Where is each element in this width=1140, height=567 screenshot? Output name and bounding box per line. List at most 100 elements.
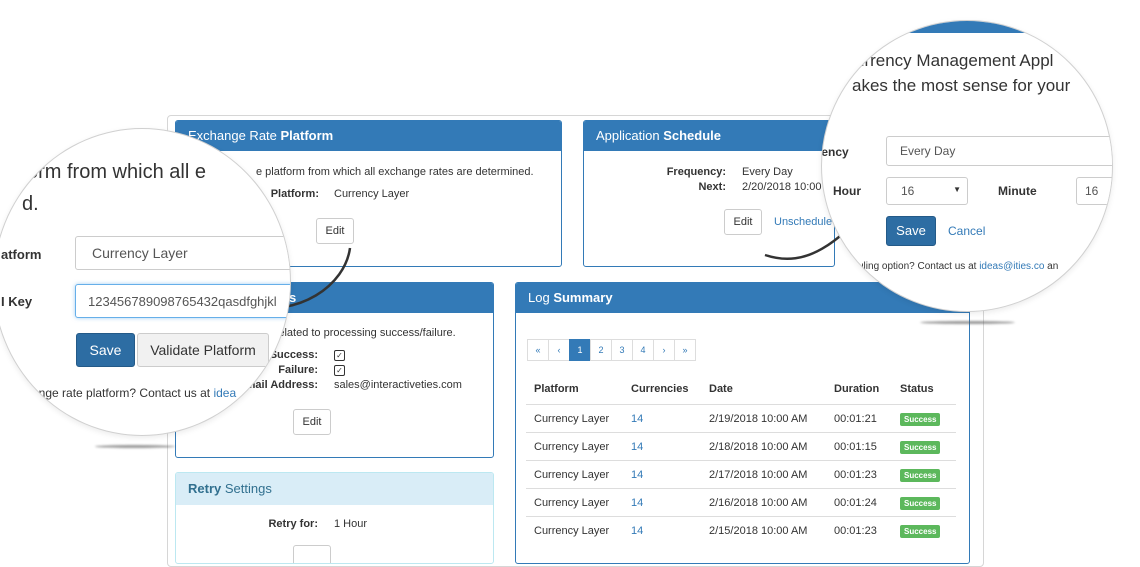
table-row: Currency Layer 14 2/16/2018 10:00 AM 00:… <box>526 488 956 517</box>
api-key-input[interactable]: 123456789098765432qasdfghjkl <box>75 284 290 318</box>
api-key-label: I Key <box>1 294 33 309</box>
retry-value: 1 Hour <box>334 518 368 530</box>
platform-label: atform <box>1 247 42 262</box>
col-currencies[interactable]: Currencies <box>631 383 688 395</box>
frequency-label: Frequency: <box>666 166 726 178</box>
status-badge: Success <box>900 525 941 538</box>
minute-label: Minute <box>998 184 1037 198</box>
status-badge: Success <box>900 441 941 454</box>
cancel-link[interactable]: Cancel <box>948 224 985 238</box>
table-row: Currency Layer 14 2/15/2018 10:00 AM 00:… <box>526 516 956 545</box>
next-value: 2/20/2018 10:00 A <box>742 181 832 193</box>
cell-date: 2/17/2018 10:00 AM <box>709 469 808 481</box>
col-status[interactable]: Status <box>900 383 934 395</box>
cell-date: 2/16/2018 10:00 AM <box>709 497 808 509</box>
log-summary-panel: Log Summary « ‹ 1 2 3 4 › » Platform Cur… <box>515 282 970 564</box>
edit-button[interactable] <box>293 545 331 563</box>
minute-input[interactable]: 16 <box>1076 177 1112 205</box>
cell-currencies[interactable]: 14 <box>631 413 643 425</box>
pager-page-4[interactable]: 4 <box>632 339 654 361</box>
cell-currencies[interactable]: 14 <box>631 525 643 537</box>
table-row: Currency Layer 14 2/18/2018 10:00 AM 00:… <box>526 432 956 461</box>
col-duration[interactable]: Duration <box>834 383 879 395</box>
col-date[interactable]: Date <box>709 383 733 395</box>
save-button[interactable]: Save <box>76 333 135 367</box>
description-line-2: d. <box>22 193 39 215</box>
contact-footer: ange rate platform? Contact us at idea <box>32 386 236 400</box>
minute-value: 16 <box>1085 184 1099 198</box>
col-platform[interactable]: Platform <box>534 383 579 395</box>
table-row: Currency Layer 14 2/19/2018 10:00 AM 00:… <box>526 404 956 433</box>
magnifier-panel-header <box>822 21 1112 33</box>
cell-platform: Currency Layer <box>534 525 610 537</box>
status-badge: Success <box>900 497 941 510</box>
hour-select[interactable]: 16 ▼ <box>886 177 968 205</box>
edit-button[interactable]: Edit <box>293 409 331 435</box>
hour-select-value: 16 <box>901 184 915 198</box>
cell-currencies[interactable]: 14 <box>631 469 643 481</box>
cell-duration: 00:01:23 <box>834 469 877 481</box>
pagination: « ‹ 1 2 3 4 › » <box>527 339 696 361</box>
pager-prev[interactable]: ‹ <box>548 339 570 361</box>
cell-platform: Currency Layer <box>534 497 610 509</box>
chevron-down-icon: ▼ <box>953 185 961 194</box>
description-line-1: urrency Management Appl <box>855 51 1054 70</box>
contact-link[interactable]: idea <box>213 386 236 400</box>
frequency-value: Every Day <box>742 166 793 178</box>
retry-settings-panel: Retry Settings Retry for: 1 Hour <box>175 472 494 564</box>
table-row: Currency Layer 14 2/17/2018 10:00 AM 00:… <box>526 460 956 489</box>
api-key-value: 123456789098765432qasdfghjkl <box>88 294 277 309</box>
hour-label: Hour <box>833 184 861 198</box>
cell-date: 2/15/2018 10:00 AM <box>709 525 808 537</box>
pager-page-2[interactable]: 2 <box>590 339 612 361</box>
failure-check-icon[interactable]: ✓ <box>334 365 345 376</box>
save-button[interactable]: Save <box>886 216 936 246</box>
left-magnifier-shadow <box>95 445 175 448</box>
panel-description: ns related to processing success/failure… <box>260 327 456 339</box>
pager-first[interactable]: « <box>527 339 549 361</box>
pager-last[interactable]: » <box>674 339 696 361</box>
cell-duration: 00:01:23 <box>834 525 877 537</box>
pager-page-3[interactable]: 3 <box>611 339 633 361</box>
edit-button[interactable]: Edit <box>316 218 354 244</box>
platform-select-value: Currency Layer <box>92 245 188 261</box>
left-magnifier: orm from which all e d. atform Currency … <box>0 128 291 436</box>
panel-header: Exchange Rate Platform <box>176 121 561 151</box>
right-magnifier-shadow <box>920 321 1015 324</box>
contact-text: uling option? Contact us at <box>858 261 980 272</box>
cell-platform: Currency Layer <box>534 413 610 425</box>
cell-platform: Currency Layer <box>534 469 610 481</box>
status-badge: Success <box>900 469 941 482</box>
frequency-label: uency <box>821 145 849 159</box>
cell-duration: 00:01:24 <box>834 497 877 509</box>
frequency-select-value: Every Day <box>900 144 956 158</box>
platform-select[interactable]: Currency Layer <box>75 236 290 270</box>
pager-page-1[interactable]: 1 <box>569 339 591 361</box>
email-value: sales@interactiveties.com <box>334 379 462 391</box>
application-schedule-panel: Application Schedule Frequency: Every Da… <box>583 120 835 267</box>
frequency-select[interactable]: Every Day <box>886 136 1112 166</box>
success-check-icon[interactable]: ✓ <box>334 350 345 361</box>
validate-platform-button[interactable]: Validate Platform <box>137 333 269 367</box>
cell-duration: 00:01:15 <box>834 441 877 453</box>
contact-link[interactable]: ideas@ities.co <box>979 261 1044 272</box>
cell-currencies[interactable]: 14 <box>631 497 643 509</box>
next-label: Next: <box>698 181 726 193</box>
cell-currencies[interactable]: 14 <box>631 441 643 453</box>
cell-platform: Currency Layer <box>534 441 610 453</box>
status-badge: Success <box>900 413 941 426</box>
unschedule-link[interactable]: Unschedule <box>774 216 832 228</box>
description-line-1: orm from which all e <box>27 161 206 183</box>
pager-next[interactable]: › <box>653 339 675 361</box>
cell-duration: 00:01:21 <box>834 413 877 425</box>
contact-footer: uling option? Contact us at ideas@ities.… <box>858 261 1058 272</box>
description-line-2: akes the most sense for your <box>852 76 1071 95</box>
contact-text: ange rate platform? Contact us at <box>32 386 214 400</box>
edit-button[interactable]: Edit <box>724 209 762 235</box>
retry-label: Retry for: <box>268 518 318 530</box>
panel-description: e platform from which all exchange rates… <box>256 166 534 178</box>
panel-header: Retry Settings <box>176 473 493 505</box>
contact-tail: an <box>1044 261 1059 272</box>
panel-header: Application Schedule <box>584 121 834 151</box>
cell-date: 2/18/2018 10:00 AM <box>709 441 808 453</box>
